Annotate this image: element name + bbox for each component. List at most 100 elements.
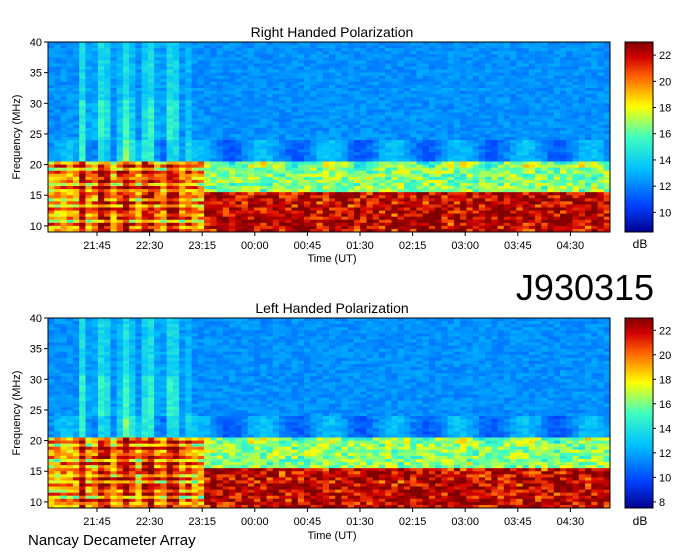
heatmap-cell — [478, 112, 486, 116]
heatmap-cell — [122, 222, 130, 227]
heatmap-cell — [216, 75, 224, 80]
heatmap-cell — [122, 103, 130, 107]
heatmap-cell — [510, 161, 517, 165]
heatmap-cell — [528, 192, 536, 196]
heatmap-cell — [391, 192, 399, 196]
heatmap-cell — [416, 179, 424, 184]
heatmap-cell — [266, 112, 274, 116]
heatmap-cell — [435, 225, 442, 230]
heatmap-cell — [279, 198, 286, 202]
heatmap-cell — [154, 222, 161, 227]
heatmap-cell — [385, 158, 392, 162]
heatmap-cell — [154, 198, 161, 202]
heatmap-cell — [160, 42, 168, 46]
heatmap-cell — [341, 97, 349, 101]
heatmap-cell — [391, 222, 399, 227]
heatmap-cell — [304, 170, 311, 175]
heatmap-cell — [172, 182, 180, 187]
heatmap-cell — [85, 94, 93, 98]
heatmap-cell — [403, 100, 411, 104]
heatmap-cell — [272, 118, 280, 123]
heatmap-cell — [453, 133, 461, 138]
heatmap-cell — [191, 179, 199, 184]
heatmap-cell — [428, 137, 436, 141]
heatmap-cell — [385, 81, 392, 86]
heatmap-cell — [166, 63, 174, 67]
heatmap-cell — [141, 225, 149, 230]
heatmap-cell — [172, 143, 180, 147]
heatmap-cell — [104, 213, 111, 218]
heatmap-cell — [453, 66, 461, 70]
heatmap-cell — [453, 78, 461, 83]
heatmap-cell — [366, 204, 374, 208]
heatmap-cell — [260, 195, 267, 199]
heatmap-cell — [272, 121, 280, 126]
heatmap-cell — [297, 100, 305, 104]
heatmap-cell — [535, 140, 542, 144]
heatmap-cell — [435, 143, 442, 147]
heatmap-cell — [372, 42, 380, 46]
heatmap-cell — [441, 118, 449, 123]
heatmap-cell — [522, 118, 530, 123]
heatmap-cell — [353, 222, 361, 227]
heatmap-cell — [154, 112, 161, 116]
heatmap-cell — [110, 115, 118, 120]
heatmap-cell — [110, 133, 118, 138]
heatmap-cell — [416, 75, 424, 80]
heatmap-cell — [54, 51, 61, 55]
heatmap-cell — [254, 42, 261, 46]
heatmap-cell — [416, 81, 424, 86]
heatmap-cell — [166, 48, 174, 52]
heatmap-cell — [172, 155, 180, 159]
heatmap-cell — [491, 130, 498, 135]
heatmap-cell — [403, 81, 411, 86]
heatmap-cell — [547, 84, 555, 89]
heatmap-cell — [410, 186, 417, 190]
heatmap-cell — [310, 66, 317, 70]
heatmap-cell — [472, 155, 480, 159]
heatmap-cell — [48, 48, 55, 52]
heatmap-cell — [329, 127, 336, 132]
heatmap-cell — [247, 137, 255, 141]
heatmap-cell — [329, 97, 336, 101]
heatmap-cell — [335, 84, 342, 89]
heatmap-cell — [316, 158, 324, 162]
heatmap-cell — [129, 137, 136, 141]
heatmap-cell — [478, 48, 486, 52]
heatmap-cell — [254, 118, 261, 123]
heatmap-cell — [497, 103, 505, 107]
heatmap-cell — [466, 94, 474, 98]
heatmap-cell — [147, 54, 155, 58]
heatmap-cell — [197, 118, 205, 123]
heatmap-cell — [147, 81, 155, 86]
heatmap-cell — [272, 69, 280, 74]
heatmap-cell — [503, 48, 511, 52]
heatmap-cell — [397, 118, 405, 123]
heatmap-cell — [510, 213, 517, 218]
heatmap-cell — [241, 115, 249, 120]
heatmap-cell — [372, 78, 380, 83]
heatmap-cell — [291, 210, 299, 215]
heatmap-cell — [48, 186, 55, 190]
heatmap-cell — [91, 78, 99, 83]
heatmap-cell — [191, 54, 199, 58]
heatmap-cell — [116, 103, 124, 107]
heatmap-cell — [466, 60, 474, 64]
heatmap-cell — [85, 54, 93, 58]
heatmap-cell — [510, 195, 517, 199]
heatmap-cell — [341, 164, 349, 169]
heatmap-cell — [316, 118, 324, 123]
heatmap-cell — [216, 91, 224, 95]
heatmap-cell — [310, 106, 317, 110]
heatmap-cell — [372, 130, 380, 135]
heatmap-cell — [222, 106, 230, 110]
heatmap-cell — [372, 207, 380, 211]
heatmap-cell — [285, 118, 292, 123]
heatmap-cell — [541, 115, 548, 120]
heatmap-cell — [353, 60, 361, 64]
heatmap-cell — [210, 112, 217, 116]
heatmap-cell — [291, 54, 299, 58]
heatmap-cell — [85, 152, 93, 156]
heatmap-cell — [222, 130, 230, 135]
heatmap-cell — [428, 152, 436, 156]
